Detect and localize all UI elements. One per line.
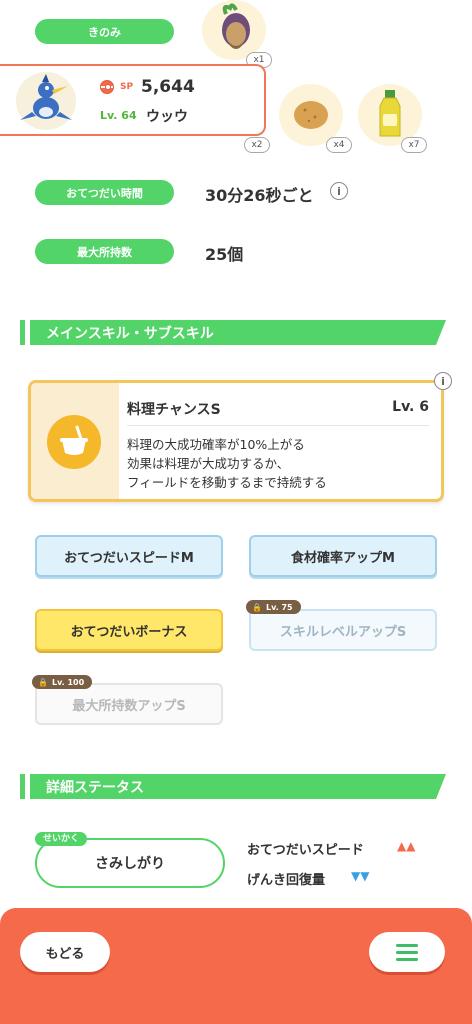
help-time-label: おてつだい時間 [35,180,174,205]
skill-info-icon[interactable]: i [434,372,452,390]
sp-label: SP [120,82,134,92]
onion-icon [202,0,266,60]
ingredient-qty-potato: x4 [326,137,352,153]
lock-level-100: Lv. 100 [51,677,85,687]
lock-level-75: Lv. 75 [265,602,293,612]
skill-description: 料理の大成功確率が10%上がる 効果は料理が大成功するか、 フィールドを移動する… [127,435,327,492]
ingredients-label: きのみ [35,19,174,44]
back-label: もどる [45,946,85,962]
sub-skill-inventory-up-s[interactable]: 最大所持数アップS [35,683,223,725]
sub-skill-helping-bonus[interactable]: おてつだいボーナス [35,609,223,651]
help-time-value: 30分26秒ごと [205,186,314,205]
info-icon[interactable]: i [330,182,348,200]
section-title-skills: メインスキル・サブスキル [30,320,446,345]
skill-desc-line1: 料理の大成功確率が10%上がる [127,437,305,452]
sub-skill-ingredient-finder-m[interactable]: 食材確率アップM [249,535,437,577]
ingredient-qty-oil: x7 [401,137,427,153]
skill-level: Lv. 6 [392,399,429,415]
back-button[interactable]: もどる [20,932,110,972]
pokemon-avatar [16,72,76,130]
bottom-bar: もどる [0,908,472,1024]
nature-up-marks: ▲▲ [397,839,416,853]
lock-icon: 🔒 [38,677,48,687]
skill-name: 料理チャンスS [127,402,221,418]
nature-down-marks: ▼▼ [351,869,370,883]
ingredient-qty-extra: x2 [244,137,270,153]
cooking-pot-icon [47,415,101,469]
sub-skill-help-speed-m[interactable]: おてつだいスピードM [35,535,223,577]
lock-badge-lv100: 🔒 Lv. 100 [32,675,93,689]
pokemon-level: Lv. 64 [100,109,137,122]
nature-down-stat: げんき回復量 [247,873,326,888]
menu-button[interactable] [369,932,445,972]
pokemon-name: ウッウ [146,109,188,125]
skill-desc-line3: フィールドを移動するまで持続する [127,475,327,490]
section-title-details: 詳細ステータス [30,774,446,799]
pokemon-card[interactable]: SP 5,644 Lv. 64 ウッウ [0,64,266,136]
max-carry-label: 最大所持数 [35,239,174,264]
hamburger-menu-icon [396,943,418,961]
sp-value: 5,644 [141,77,195,97]
skill-icon-panel [31,383,119,499]
main-skill-card: 料理チャンスS Lv. 6 料理の大成功確率が10%上がる 効果は料理が大成功す… [28,380,444,502]
sub-skill-skill-level-up-s[interactable]: スキルレベルアップS [249,609,437,651]
skill-divider [127,425,429,426]
section-accent [20,774,25,799]
nature-tag: せいかく [35,832,88,846]
section-accent [20,320,25,345]
lock-badge-lv75: 🔒 Lv. 75 [246,600,301,614]
skill-desc-line2: 効果は料理が大成功するか、 [127,456,290,471]
pokeball-icon [100,80,114,94]
lock-icon: 🔒 [252,602,262,612]
nature-up-stat: おてつだいスピード [247,843,364,858]
max-carry-value: 25個 [205,245,244,264]
nature-value: さみしがり [95,856,165,872]
